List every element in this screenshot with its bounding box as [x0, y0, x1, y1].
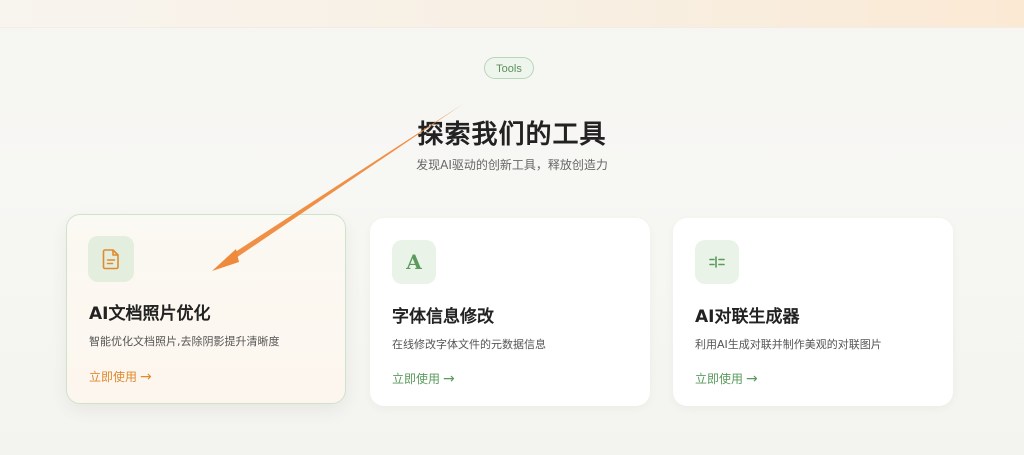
tools-badge: Tools — [484, 57, 534, 79]
top-banner — [0, 0, 1024, 28]
couplet-icon — [695, 240, 739, 284]
arrow-right-icon: → — [746, 371, 758, 387]
card-description: 利用AI生成对联并制作美观的对联图片 — [695, 338, 882, 351]
use-now-link[interactable]: 立即使用 → — [89, 368, 152, 385]
use-now-link[interactable]: 立即使用 → — [392, 370, 455, 387]
use-now-link[interactable]: 立即使用 → — [695, 370, 758, 387]
tool-card-couplet[interactable]: AI对联生成器 利用AI生成对联并制作美观的对联图片 立即使用 → — [673, 218, 953, 406]
tool-card-doc-photo[interactable]: AI文档照片优化 智能优化文档照片,去除阴影提升清晰度 立即使用 → — [66, 214, 346, 404]
card-title: AI文档照片优化 — [89, 304, 211, 324]
card-description: 在线修改字体文件的元数据信息 — [392, 338, 546, 351]
arrow-right-icon: → — [443, 371, 455, 387]
page-title: 探索我们的工具 — [417, 120, 607, 150]
use-now-label: 立即使用 — [89, 370, 138, 384]
font-a-glyph: A — [406, 250, 422, 274]
card-title: AI对联生成器 — [695, 307, 800, 327]
card-description: 智能优化文档照片,去除阴影提升清晰度 — [89, 335, 280, 348]
tool-card-font-info[interactable]: A 字体信息修改 在线修改字体文件的元数据信息 立即使用 → — [370, 218, 650, 406]
document-icon — [88, 236, 134, 282]
use-now-label: 立即使用 — [695, 372, 744, 386]
page-subtitle: 发现AI驱动的创新工具，释放创造力 — [416, 158, 608, 172]
arrow-right-icon: → — [140, 369, 152, 385]
use-now-label: 立即使用 — [392, 372, 441, 386]
font-a-icon: A — [392, 240, 436, 284]
card-title: 字体信息修改 — [392, 307, 494, 327]
